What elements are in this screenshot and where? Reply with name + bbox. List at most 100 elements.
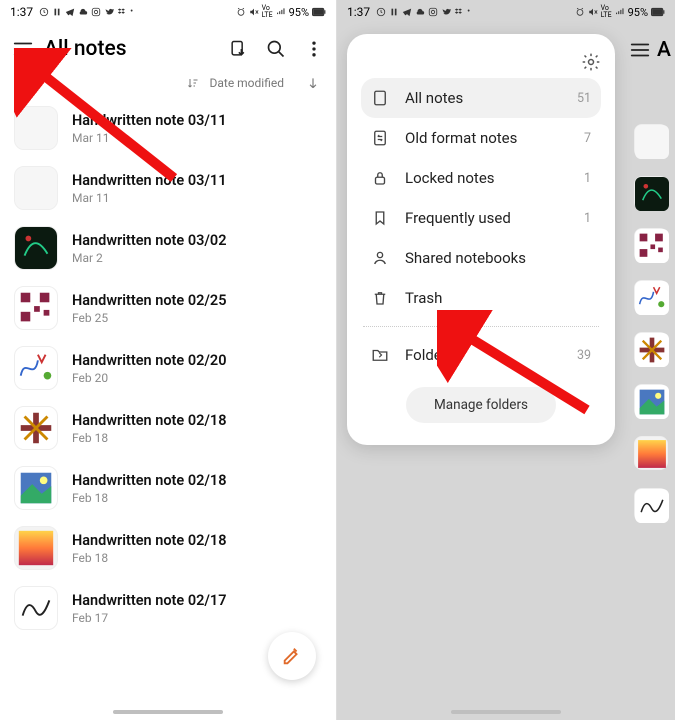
status-dot-icon: • [467, 7, 470, 17]
drawer-item-old-format-notes[interactable]: Old format notes 7 [361, 118, 601, 158]
home-indicator[interactable] [113, 710, 223, 714]
note-row[interactable]: Handwritten note 03/11 Mar 11 [0, 98, 336, 158]
status-telegram-icon [402, 7, 412, 17]
status-pause-icon [389, 7, 399, 17]
note-thumbnail [14, 466, 58, 510]
note-date: Feb 18 [72, 551, 227, 565]
status-mute-icon [249, 7, 259, 17]
status-dropbox-icon [117, 7, 127, 17]
sort-icon [187, 77, 199, 89]
status-battery-icon [651, 7, 665, 17]
peek-thumbnail[interactable] [634, 436, 668, 470]
status-cloud-icon [78, 7, 88, 17]
manage-folders-button[interactable]: Manage folders [406, 387, 556, 423]
drawer-divider [363, 326, 599, 327]
note-thumbnail [14, 526, 58, 570]
note-row[interactable]: Handwritten note 02/18 Feb 18 [0, 458, 336, 518]
status-pause-icon [52, 7, 62, 17]
peek-thumbnail[interactable] [634, 488, 668, 522]
note-row[interactable]: Handwritten note 02/17 Feb 17 [0, 578, 336, 638]
peek-thumbnail[interactable] [634, 280, 668, 314]
note-thumbnail [14, 286, 58, 330]
pdf-export-icon[interactable] [228, 39, 248, 59]
settings-gear-icon[interactable] [581, 52, 601, 72]
drawer-item-label: Locked notes [405, 169, 568, 187]
note-title: Handwritten note 02/18 [72, 412, 227, 429]
navigation-drawer: All notes 51 Old format notes 7 Locked n… [347, 34, 615, 445]
note-row[interactable]: Handwritten note 02/25 Feb 25 [0, 278, 336, 338]
note-date: Feb 17 [72, 611, 227, 625]
sort-row[interactable]: Date modified [0, 74, 336, 98]
sort-label: Date modified [209, 76, 284, 90]
status-recent-icon [376, 7, 386, 17]
search-icon[interactable] [266, 39, 286, 59]
note-row[interactable]: Handwritten note 03/02 Mar 2 [0, 218, 336, 278]
note-row[interactable]: Handwritten note 02/18 Feb 18 [0, 518, 336, 578]
drawer-item-all-notes[interactable]: All notes 51 [361, 78, 601, 118]
status-twitter-icon [441, 7, 451, 17]
home-indicator[interactable] [451, 710, 561, 714]
hamburger-menu-icon[interactable] [629, 39, 651, 61]
more-icon[interactable] [304, 39, 324, 59]
status-bar-right: 1:37 • VoLTE 95% [337, 0, 675, 24]
note-row[interactable]: Handwritten note 02/18 Feb 18 [0, 398, 336, 458]
new-note-fab[interactable] [268, 632, 316, 680]
peek-thumbnail[interactable] [634, 228, 668, 262]
status-volte-icon: VoLTE [601, 5, 612, 19]
status-battery-icon [312, 7, 326, 17]
status-twitter-icon [104, 7, 114, 17]
note-title: Handwritten note 02/17 [72, 592, 227, 609]
note-title: Handwritten note 02/18 [72, 532, 227, 549]
drawer-item-frequently-used[interactable]: Frequently used 1 [361, 198, 601, 238]
note-title: Handwritten note 03/11 [72, 112, 227, 129]
note-row[interactable]: Handwritten note 03/11 Mar 11 [0, 158, 336, 218]
hamburger-menu-icon[interactable] [12, 38, 34, 60]
status-alarm-icon [575, 7, 585, 17]
peek-header: A [625, 24, 675, 76]
status-instagram-icon [91, 7, 101, 17]
drawer-item-trash[interactable]: Trash [361, 278, 601, 318]
status-instagram-icon [428, 7, 438, 17]
peek-thumbnail[interactable] [634, 384, 668, 418]
app-header: All notes [0, 24, 336, 74]
drawer-item-folders[interactable]: Folders 39 [361, 335, 601, 375]
status-signal-icon [276, 7, 286, 17]
status-time-r: 1:37 [347, 5, 370, 19]
drawer-item-shared-notebooks[interactable]: Shared notebooks [361, 238, 601, 278]
sort-direction-icon[interactable] [306, 76, 320, 90]
person-icon [371, 249, 389, 267]
note-title: Handwritten note 02/18 [72, 472, 227, 489]
page-icon [371, 89, 389, 107]
peek-thumbnail[interactable] [634, 176, 668, 210]
drawer-item-label: Old format notes [405, 129, 568, 147]
page-title: All notes [44, 37, 228, 61]
note-date: Feb 18 [72, 491, 227, 505]
status-signal-icon [615, 7, 625, 17]
peek-thumbnail[interactable] [634, 332, 668, 366]
status-dot-icon: • [130, 7, 133, 17]
note-thumbnail [14, 106, 58, 150]
peek-title: A [657, 38, 671, 62]
peek-list [631, 124, 671, 522]
drawer-item-count: 51 [577, 91, 591, 106]
note-title: Handwritten note 02/25 [72, 292, 227, 309]
drawer-item-count: 1 [584, 171, 591, 186]
note-title: Handwritten note 02/20 [72, 352, 227, 369]
drawer-item-locked-notes[interactable]: Locked notes 1 [361, 158, 601, 198]
status-recent-icon [39, 7, 49, 17]
note-thumbnail [14, 226, 58, 270]
note-title: Handwritten note 03/11 [72, 172, 227, 189]
peek-thumbnail[interactable] [634, 124, 668, 158]
note-date: Feb 20 [72, 371, 227, 385]
status-telegram-icon [65, 7, 75, 17]
lock-icon [371, 169, 389, 187]
bookmark-icon [371, 209, 389, 227]
status-volte-icon: VoLTE [262, 5, 273, 19]
drawer-item-label: Frequently used [405, 209, 568, 227]
note-row[interactable]: Handwritten note 02/20 Feb 20 [0, 338, 336, 398]
note-thumbnail [14, 406, 58, 450]
status-time: 1:37 [10, 5, 33, 19]
status-battery-text-r: 95% [628, 6, 648, 19]
drawer-folders-count: 39 [577, 348, 591, 363]
note-date: Feb 18 [72, 431, 227, 445]
